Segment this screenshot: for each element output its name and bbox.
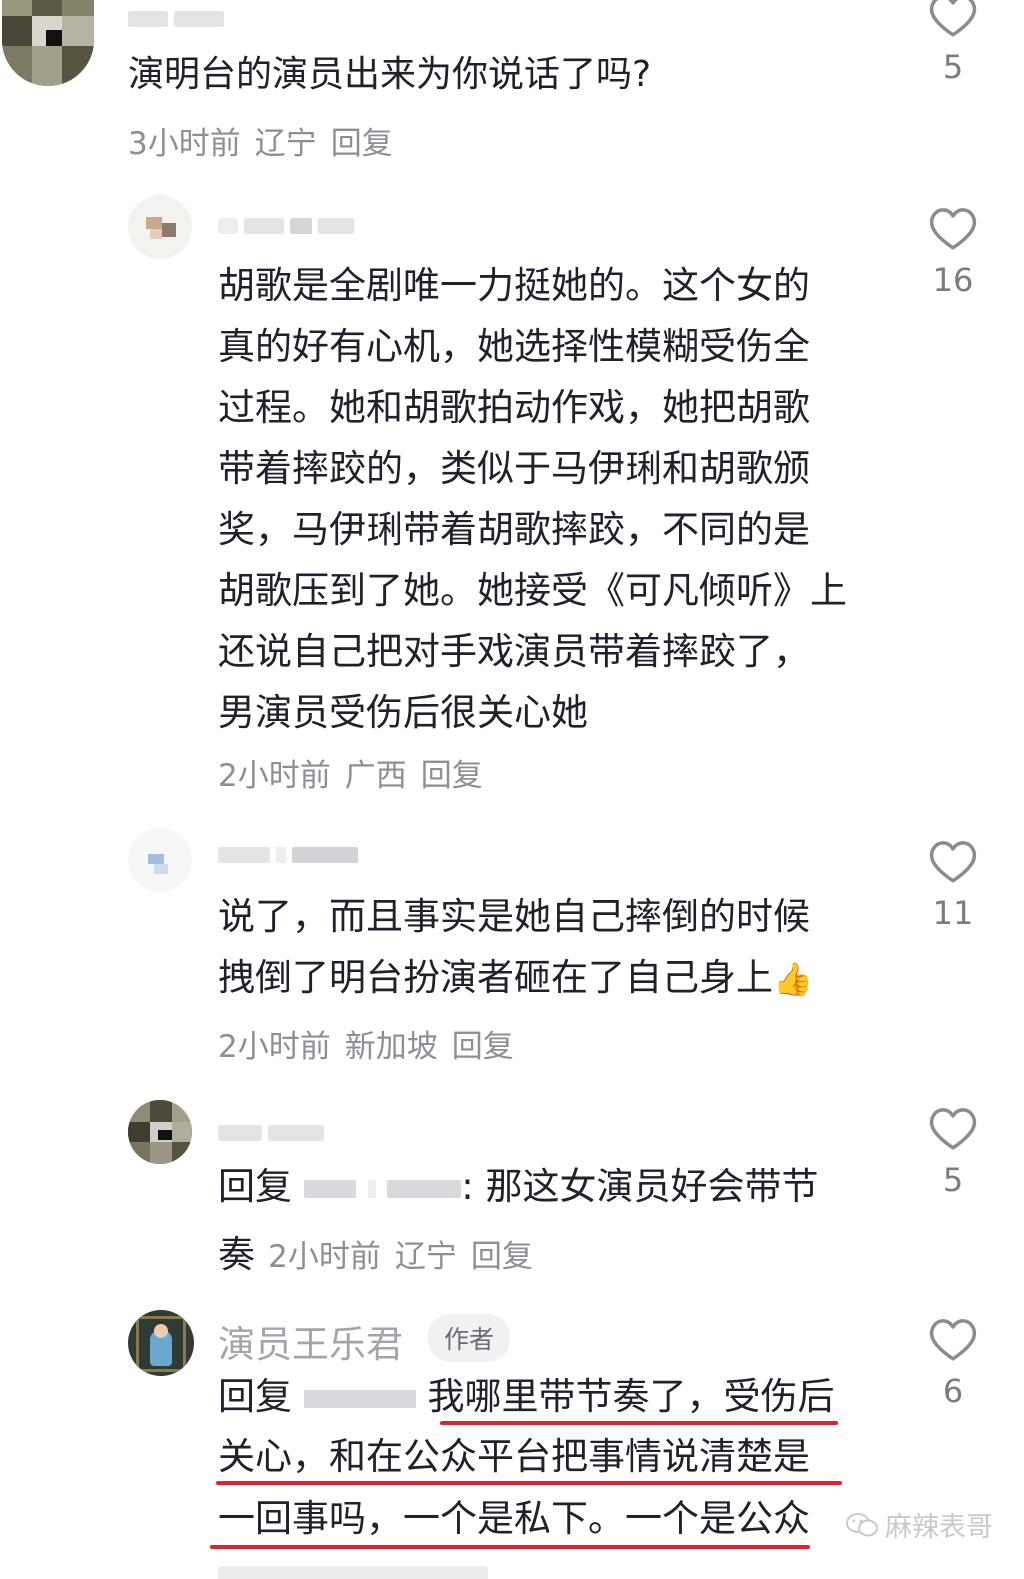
like-button[interactable]: 6 <box>920 1316 986 1410</box>
username-blurred[interactable] <box>218 1122 324 1144</box>
comment-3: 说了，而且事实是她自己摔倒的时候 拽倒了明台扮演者砸在了自己身上👍 2小时前 新加… <box>0 828 1024 1078</box>
mentioned-user-blurred[interactable] <box>303 1389 416 1408</box>
red-underline <box>440 1421 838 1425</box>
comment-text-line3: 一回事吗，一个是私下。一个是公众 <box>218 1497 810 1540</box>
reply-prefix: 回复 <box>218 1375 292 1418</box>
red-underline <box>216 1481 842 1485</box>
reply-button[interactable]: 回复 <box>471 1239 533 1275</box>
comment-time: 2小时前 <box>218 1029 331 1065</box>
comment-time: 3小时前 <box>128 126 241 162</box>
mentioned-user-blurred[interactable] <box>303 1179 356 1198</box>
author-badge: 作者 <box>428 1314 511 1362</box>
comment-meta: 2小时前 新加坡 回复 <box>218 1021 514 1066</box>
comment-text-line2: 关心，和在公众平台把事情说清楚是 <box>218 1435 810 1478</box>
like-button[interactable]: 5 <box>920 0 986 86</box>
thumbs-up-icon: 👍 <box>773 960 813 998</box>
mentioned-user-blurred[interactable] <box>367 1179 376 1198</box>
comment-text: 胡歌是全剧唯一力挺她的。这个女的 真的好有心机，她选择性模糊受伤全 过程。她和胡… <box>218 264 847 734</box>
username-blurred[interactable] <box>128 8 224 30</box>
avatar[interactable] <box>128 1310 194 1376</box>
watermark: 麻辣表哥 <box>845 1505 993 1544</box>
heart-icon <box>929 0 977 37</box>
heart-icon <box>929 841 977 883</box>
author-name[interactable]: 演员王乐君 <box>218 1314 403 1368</box>
reply-button[interactable]: 回复 <box>421 758 483 794</box>
like-count: 5 <box>942 48 964 86</box>
comment-location: 广西 <box>344 758 407 794</box>
avatar[interactable] <box>128 828 192 892</box>
like-button[interactable]: 5 <box>920 1105 986 1199</box>
mentioned-user-blurred[interactable] <box>387 1179 462 1198</box>
avatar[interactable] <box>128 195 192 259</box>
comment-text: 说了，而且事实是她自己摔倒的时候 拽倒了明台扮演者砸在了自己身上👍 <box>218 886 813 1010</box>
comment-meta: 2小时前 广西 回复 <box>218 750 483 795</box>
comment-continuation: 奏 2小时前 辽宁 回复 <box>218 1224 533 1278</box>
heart-icon <box>929 1108 977 1150</box>
reply-button[interactable]: 回复 <box>331 126 393 162</box>
comment-meta: 2小时前 辽宁 回复 <box>268 1239 533 1275</box>
like-count: 16 <box>932 261 974 299</box>
comment-location: 辽宁 <box>254 126 317 162</box>
comment-body: : 那这女演员好会带节 <box>461 1165 819 1208</box>
like-count: 6 <box>942 1372 964 1410</box>
comment-location: 辽宁 <box>394 1239 457 1275</box>
heart-icon <box>929 1319 977 1361</box>
like-button[interactable]: 11 <box>920 838 986 932</box>
heart-icon <box>929 208 977 250</box>
watermark-text: 麻辣表哥 <box>885 1512 993 1543</box>
comment-time: 2小时前 <box>268 1239 381 1275</box>
username-blurred[interactable] <box>218 844 358 866</box>
username-blurred[interactable] <box>218 215 354 237</box>
comment-body: 说了，而且事实是她自己摔倒的时候 拽倒了明台扮演者砸在了自己身上 <box>218 895 810 999</box>
cutoff-meta <box>218 1566 498 1579</box>
comment-time: 2小时前 <box>218 758 331 794</box>
comment-body-line2: 奏 <box>218 1233 255 1276</box>
like-count: 5 <box>942 1161 964 1199</box>
like-count: 11 <box>932 894 974 932</box>
comment-2: 胡歌是全剧唯一力挺她的。这个女的 真的好有心机，她选择性模糊受伤全 过程。她和胡… <box>0 195 1024 805</box>
avatar[interactable] <box>2 0 94 86</box>
comment-text: 演明台的演员出来为你说话了吗? <box>128 54 652 95</box>
comment-4: 回复 : 那这女演员好会带节 奏 2小时前 辽宁 回复 5 <box>0 1100 1024 1290</box>
comment-text: 回复 : 那这女演员好会带节 <box>218 1156 819 1217</box>
comment-body-line1: 我哪里带节奏了，受伤后 <box>427 1375 835 1418</box>
comment-1: 演明台的演员出来为你说话了吗? 3小时前 辽宁 回复 5 <box>0 0 1024 170</box>
avatar[interactable] <box>128 1100 192 1164</box>
wechat-icon <box>845 1512 879 1538</box>
like-button[interactable]: 16 <box>920 205 986 299</box>
comment-text: 回复 我哪里带节奏了，受伤后 <box>218 1366 835 1427</box>
reply-prefix: 回复 <box>218 1165 292 1208</box>
comment-location: 新加坡 <box>344 1029 438 1065</box>
comment-meta: 3小时前 辽宁 回复 <box>128 118 393 163</box>
red-underline <box>210 1545 810 1549</box>
reply-button[interactable]: 回复 <box>452 1029 514 1065</box>
